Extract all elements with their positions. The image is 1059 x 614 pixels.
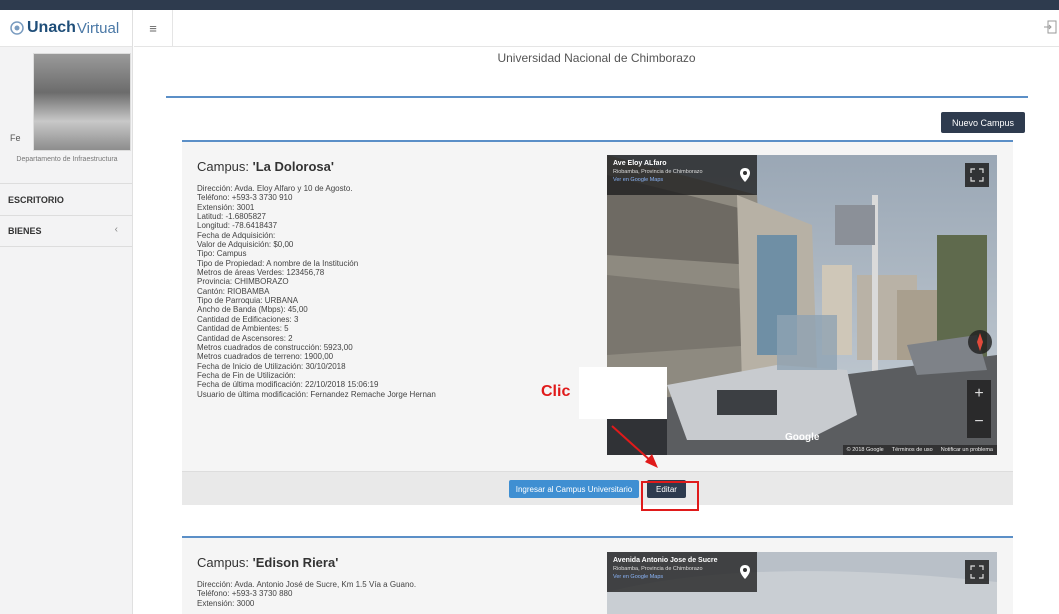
- fullscreen-button[interactable]: [965, 560, 989, 584]
- page-title: Universidad Nacional de Chimborazo: [497, 51, 696, 65]
- map-terms-link[interactable]: Términos de uso: [892, 447, 933, 453]
- detail-line: Cantidad de Edificaciones: 3: [197, 314, 299, 324]
- detail-line: Tipo de Parroquia: URBANA: [197, 296, 299, 306]
- detail-line: Cantidad de Ambientes: 5: [197, 324, 289, 334]
- detail-line: Dirección: Avda. Antonio José de Sucre, …: [197, 580, 417, 589]
- user-profile: Fe Departamento de Infraestructura: [0, 47, 132, 183]
- detail-line: Fecha de última modificación: 22/10/2018…: [197, 380, 379, 390]
- detail-line: Metros cuadrados de terreno: 1900,00: [197, 352, 334, 362]
- top-bar: [0, 0, 1059, 10]
- logo-text-light: Virtual: [76, 19, 120, 37]
- annotation-arrow-icon: [611, 425, 658, 468]
- campus-title: Campus: 'Edison Riera': [197, 555, 338, 570]
- google-maps-link[interactable]: Ver en Google Maps: [613, 574, 751, 580]
- header: ≡: [134, 10, 1059, 47]
- sidebar-item-label: BIENES: [8, 226, 42, 236]
- campus-title-name: 'La Dolorosa': [252, 159, 334, 174]
- logo-mark-icon: [10, 21, 24, 35]
- detail-line: Teléfono: +593-3 3730 910: [197, 193, 293, 203]
- zoom-control[interactable]: + −: [967, 380, 991, 438]
- campus-title-prefix: Campus:: [197, 555, 253, 570]
- detail-line: Fecha de Inicio de Utilización: 30/10/20…: [197, 361, 346, 371]
- detail-line: Fecha de Fin de Utilización:: [197, 370, 296, 380]
- detail-line: Usuario de última modificación: Fernande…: [197, 389, 436, 399]
- map-report-link[interactable]: Notificar un problema: [941, 447, 993, 453]
- detail-line: Latitud: -1.6805827: [197, 212, 266, 222]
- campus-details: Dirección: Avda. Antonio José de Sucre, …: [197, 580, 416, 608]
- detail-line: Metros de áreas Verdes: 123456,78: [197, 268, 325, 278]
- zoom-out-button[interactable]: −: [967, 408, 991, 436]
- detail-line: Valor de Adquisición: $0,00: [197, 240, 294, 250]
- zoom-in-button[interactable]: +: [967, 380, 991, 408]
- street-view-map[interactable]: Avenida Antonio Jose de Sucre Riobamba, …: [607, 552, 997, 614]
- annotation-patch: [579, 367, 667, 419]
- hamburger-icon: ≡: [149, 21, 157, 36]
- detail-line: Provincia: CHIMBORAZO: [197, 277, 289, 287]
- detail-line: Ancho de Banda (Mbps): 45,00: [197, 305, 308, 315]
- street-name: Avenida Antonio Jose de Sucre: [613, 557, 718, 564]
- logo-text-strong: Unach: [27, 19, 76, 36]
- street-view-info: Ave Eloy ALfaro Riobamba, Provincia de C…: [607, 155, 757, 195]
- street-city: Riobamba, Provincia de Chimborazo: [613, 566, 703, 572]
- map-pin-icon: [740, 168, 750, 182]
- google-logo: Google: [785, 432, 820, 443]
- logo[interactable]: Unach Virtual: [0, 10, 132, 47]
- detail-line: Extensión: 3001: [197, 202, 255, 212]
- compass-needle-icon: [977, 333, 983, 351]
- detail-line: Fecha de Adquisición:: [197, 230, 276, 240]
- logout-icon[interactable]: [1043, 20, 1057, 34]
- google-maps-link[interactable]: Ver en Google Maps: [613, 177, 751, 183]
- detail-line: Teléfono: +593-3 3730 880: [197, 589, 293, 599]
- sidebar-item-label: ESCRITORIO: [8, 194, 64, 205]
- detail-line: Cantidad de Ascensores: 2: [197, 333, 293, 343]
- annotation-label: Clic: [541, 383, 571, 400]
- fullscreen-icon: [970, 565, 984, 579]
- detail-line: Dirección: Avda. Eloy Alfaro y 10 de Ago…: [197, 184, 353, 193]
- street-name: Ave Eloy ALfaro: [613, 160, 667, 167]
- street-city: Riobamba, Provincia de Chimborazo: [613, 169, 703, 175]
- detail-line: Metros cuadrados de construcción: 5923,0…: [197, 342, 353, 352]
- user-department: Departamento de Infraestructura: [16, 156, 118, 163]
- detail-line: Tipo de Propiedad: A nombre de la Instit…: [197, 258, 359, 268]
- map-footer: © 2018 Google Términos de uso Notificar …: [842, 445, 997, 455]
- campus-title: Campus: 'La Dolorosa': [197, 159, 334, 174]
- sidebar-item-escritorio[interactable]: ESCRITORIO: [0, 183, 132, 215]
- detail-line: Cantón: RIOBAMBA: [197, 286, 270, 296]
- card-footer: Ingresar al Campus Universitario Editar: [182, 471, 1013, 505]
- annotation-highlight: [641, 481, 699, 511]
- menu-toggle-button[interactable]: ≡: [134, 10, 173, 47]
- campus-details: Dirección: Avda. Eloy Alfaro y 10 de Ago…: [197, 184, 436, 399]
- sidebar: Unach Virtual Fe Departamento de Infraes…: [0, 10, 133, 614]
- new-campus-button[interactable]: Nuevo Campus: [941, 112, 1025, 133]
- map-copyright: © 2018 Google: [846, 447, 884, 453]
- chevron-left-icon: ‹: [114, 224, 118, 235]
- detail-line: Extensión: 3000: [197, 598, 255, 608]
- sidebar-item-bienes[interactable]: BIENES ‹: [0, 215, 132, 247]
- campus-title-prefix: Campus:: [197, 159, 253, 174]
- detail-line: Tipo: Campus: [197, 249, 247, 259]
- campus-title-name: 'Edison Riera': [252, 555, 339, 570]
- street-view-info: Avenida Antonio Jose de Sucre Riobamba, …: [607, 552, 757, 592]
- fullscreen-button[interactable]: [965, 163, 989, 187]
- compass-icon[interactable]: [968, 330, 992, 354]
- detail-line: Longitud: -78.6418437: [197, 221, 278, 231]
- avatar: [33, 53, 131, 151]
- enter-campus-button[interactable]: Ingresar al Campus Universitario: [509, 480, 639, 498]
- user-name: Fe: [10, 133, 21, 143]
- map-pin-icon: [740, 565, 750, 579]
- fullscreen-icon: [970, 168, 984, 182]
